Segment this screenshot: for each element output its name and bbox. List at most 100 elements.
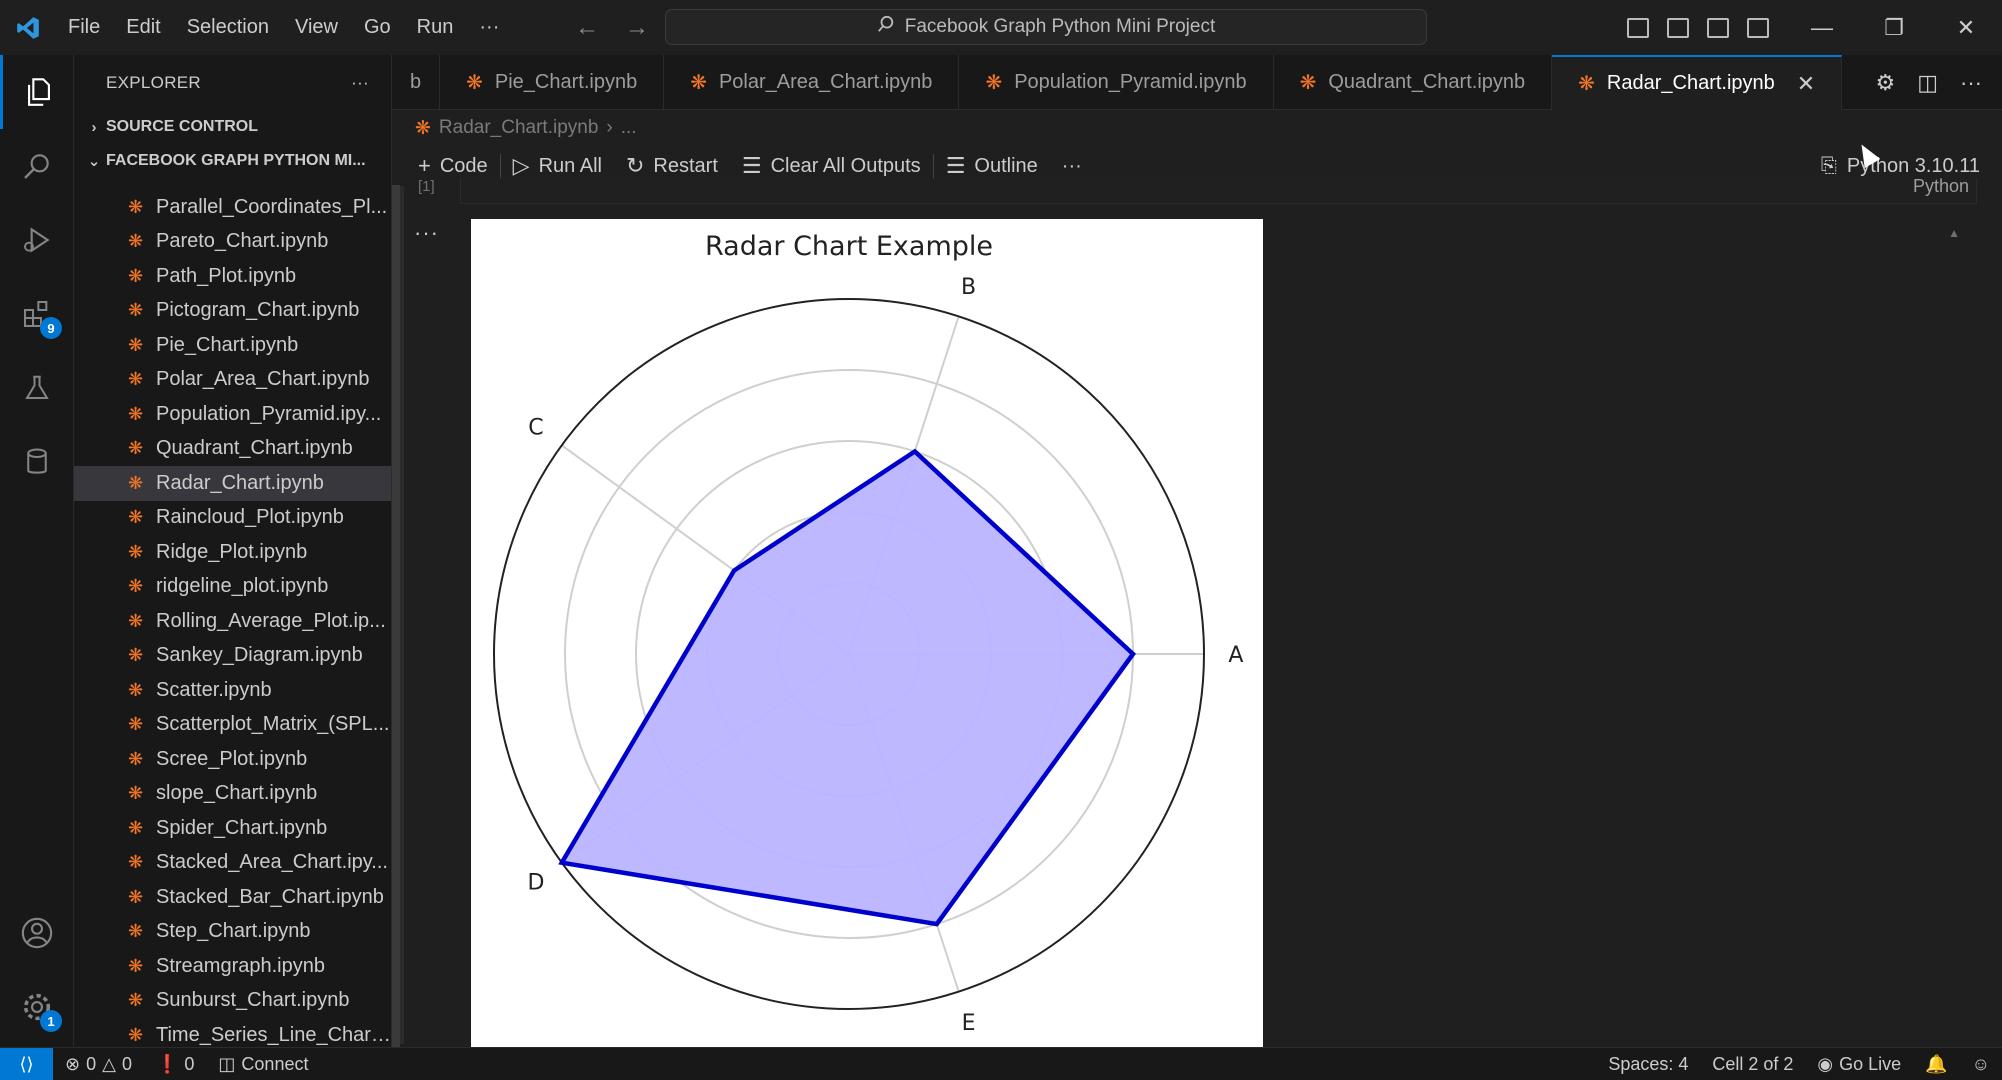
- testing-flask-icon[interactable]: [0, 351, 74, 425]
- breadcrumb-rest[interactable]: ...: [621, 117, 637, 139]
- file-item[interactable]: ❋ Parallel_Coordinates_Pl...: [74, 190, 391, 225]
- cell-position-indicator[interactable]: Cell 2 of 2: [1700, 1048, 1805, 1080]
- file-name: Stacked_Area_Chart.ipy...: [156, 851, 388, 874]
- menu-selection[interactable]: Selection: [174, 0, 282, 55]
- menu-file[interactable]: File: [55, 0, 113, 55]
- remote-indicator-icon[interactable]: ⟨⟩: [0, 1047, 53, 1080]
- restart-icon: ↻: [625, 153, 645, 178]
- file-item[interactable]: ❋ ridgeline_plot.ipynb: [74, 570, 391, 605]
- file-item[interactable]: ❋ slope_Chart.ipynb: [74, 777, 391, 812]
- file-item[interactable]: ❋ Population_Pyramid.ipy...: [74, 397, 391, 432]
- file-item[interactable]: ❋ Step_Chart.ipynb: [74, 915, 391, 950]
- file-item[interactable]: ❋ Polar_Area_Chart.ipynb: [74, 363, 391, 398]
- menu-edit[interactable]: Edit: [113, 0, 173, 55]
- search-icon: [877, 15, 895, 39]
- file-item[interactable]: ❋ Radar_Chart.ipynb: [74, 466, 391, 501]
- file-item[interactable]: ❋ Pareto_Chart.ipynb: [74, 225, 391, 260]
- extensions-icon[interactable]: 9: [0, 277, 74, 351]
- file-item[interactable]: ❋ Streamgraph.ipynb: [74, 949, 391, 984]
- menu-run[interactable]: Run: [404, 0, 467, 55]
- file-name: Scree_Plot.ipynb: [156, 747, 308, 770]
- toggle-secondary-sidebar-icon[interactable]: [1707, 17, 1729, 38]
- feedback-icon[interactable]: ☺: [1960, 1048, 2002, 1080]
- file-item[interactable]: ❋ Ridge_Plot.ipynb: [74, 535, 391, 570]
- explorer-more-button[interactable]: ···: [351, 73, 369, 93]
- menu-view[interactable]: View: [282, 0, 351, 55]
- source-control-section[interactable]: › SOURCE CONTROL: [74, 110, 391, 144]
- go-live-button[interactable]: ◉ Go Live: [1805, 1048, 1913, 1080]
- toggle-sidebar-icon[interactable]: [1627, 17, 1649, 38]
- tab-quadrant-chart[interactable]: ❋ Quadrant_Chart.ipynb: [1274, 55, 1553, 110]
- folder-section[interactable]: ⌄ FACEBOOK GRAPH PYTHON MI...: [74, 144, 391, 178]
- search-icon[interactable]: [0, 129, 74, 203]
- tab-radar-chart[interactable]: ❋ Radar_Chart.ipynb ✕: [1552, 55, 1843, 110]
- tab-population-pyramid[interactable]: ❋ Population_Pyramid.ipynb: [959, 55, 1274, 110]
- forward-arrow-icon[interactable]: →: [625, 14, 649, 42]
- file-name: Scatter.ipynb: [156, 678, 272, 701]
- notebook-icon: ❋: [128, 369, 144, 390]
- file-item[interactable]: ❋ Time_Series_Line_Chart....: [74, 1018, 392, 1047]
- file-item[interactable]: ❋ Scatter.ipynb: [74, 673, 391, 708]
- close-window-icon[interactable]: ✕: [1930, 0, 2002, 55]
- accounts-icon[interactable]: [0, 896, 74, 970]
- file-item[interactable]: ❋ Spider_Chart.ipynb: [74, 811, 391, 846]
- file-item[interactable]: ❋ Pictogram_Chart.ipynb: [74, 294, 391, 329]
- notebook-icon: ❋: [128, 783, 144, 804]
- file-item[interactable]: ❋ Raincloud_Plot.ipynb: [74, 501, 391, 536]
- file-item[interactable]: ❋ Path_Plot.ipynb: [74, 259, 391, 294]
- sidebar-scrollbar[interactable]: [392, 185, 400, 1047]
- customize-layout-icon[interactable]: [1747, 17, 1769, 38]
- file-name: Path_Plot.ipynb: [156, 264, 297, 287]
- explorer-title: EXPLORER: [106, 72, 201, 92]
- file-item[interactable]: ❋ Pie_Chart.ipynb: [74, 328, 391, 363]
- output-more-button[interactable]: ···: [414, 220, 439, 246]
- settings-badge: 1: [40, 1010, 62, 1032]
- database-icon[interactable]: [0, 425, 74, 499]
- restore-icon[interactable]: ❐: [1858, 0, 1930, 55]
- toggle-panel-icon[interactable]: [1667, 17, 1689, 38]
- breadcrumb-file[interactable]: Radar_Chart.ipynb: [439, 117, 598, 139]
- tab-pie-chart[interactable]: ❋ Pie_Chart.ipynb: [440, 55, 665, 110]
- code-cell-bottom[interactable]: [460, 178, 1977, 204]
- file-item[interactable]: ❋ Sunburst_Chart.ipynb: [74, 984, 391, 1019]
- notebook-icon: ❋: [128, 265, 144, 286]
- notebook-icon: ❋: [415, 117, 431, 139]
- command-center-search[interactable]: Facebook Graph Python Mini Project: [665, 9, 1427, 45]
- file-item[interactable]: ❋ Scree_Plot.ipynb: [74, 742, 391, 777]
- back-arrow-icon[interactable]: ←: [575, 14, 599, 42]
- file-item[interactable]: ❋ Scatterplot_Matrix_(SPL...: [74, 708, 391, 743]
- gear-icon[interactable]: ⚙: [1875, 70, 1895, 96]
- notebook-icon: ❋: [1299, 72, 1317, 94]
- notebook-icon: ❋: [128, 921, 144, 942]
- cell-language-label[interactable]: Python: [1913, 176, 1969, 197]
- tab-partial[interactable]: b: [392, 55, 441, 110]
- file-item[interactable]: ❋ Sankey_Diagram.ipynb: [74, 639, 391, 674]
- file-item[interactable]: ❋ Rolling_Average_Plot.ip...: [74, 604, 391, 639]
- file-name: Population_Pyramid.ipy...: [156, 402, 382, 425]
- notebook-icon: ❋: [985, 72, 1003, 94]
- run-debug-icon[interactable]: [0, 203, 74, 277]
- file-item[interactable]: ❋ Quadrant_Chart.ipynb: [74, 432, 391, 467]
- notebook-icon: ❋: [128, 817, 144, 838]
- file-name: Raincloud_Plot.ipynb: [156, 506, 344, 529]
- menu-more[interactable]: ···: [466, 0, 512, 55]
- split-editor-icon[interactable]: ◫: [1917, 70, 1938, 96]
- more-actions-icon[interactable]: ···: [1960, 70, 1982, 96]
- tab-polar-area-chart[interactable]: ❋ Polar_Area_Chart.ipynb: [664, 55, 960, 110]
- ports-indicator[interactable]: ❗ 0: [144, 1048, 206, 1080]
- spaces-indicator[interactable]: Spaces: 4: [1596, 1048, 1700, 1080]
- file-item[interactable]: ❋ Stacked_Area_Chart.ipy...: [74, 846, 391, 881]
- minimize-icon[interactable]: —: [1786, 0, 1858, 55]
- close-tab-icon[interactable]: ✕: [1797, 71, 1815, 97]
- scroll-up-icon[interactable]: ▲: [1948, 226, 1960, 240]
- notebook-icon: ❋: [128, 438, 144, 459]
- settings-gear-icon[interactable]: 1: [0, 970, 74, 1044]
- problems-indicator[interactable]: ⊗ 0 △ 0: [53, 1048, 144, 1080]
- connect-button[interactable]: ◫ Connect: [206, 1048, 320, 1080]
- explorer-icon[interactable]: [0, 55, 74, 129]
- file-name: Time_Series_Line_Chart....: [156, 1023, 392, 1046]
- notifications-bell-icon[interactable]: 🔔: [1913, 1048, 1959, 1080]
- file-name: Pareto_Chart.ipynb: [156, 230, 329, 253]
- file-item[interactable]: ❋ Stacked_Bar_Chart.ipynb: [74, 880, 391, 915]
- menu-go[interactable]: Go: [351, 0, 404, 55]
